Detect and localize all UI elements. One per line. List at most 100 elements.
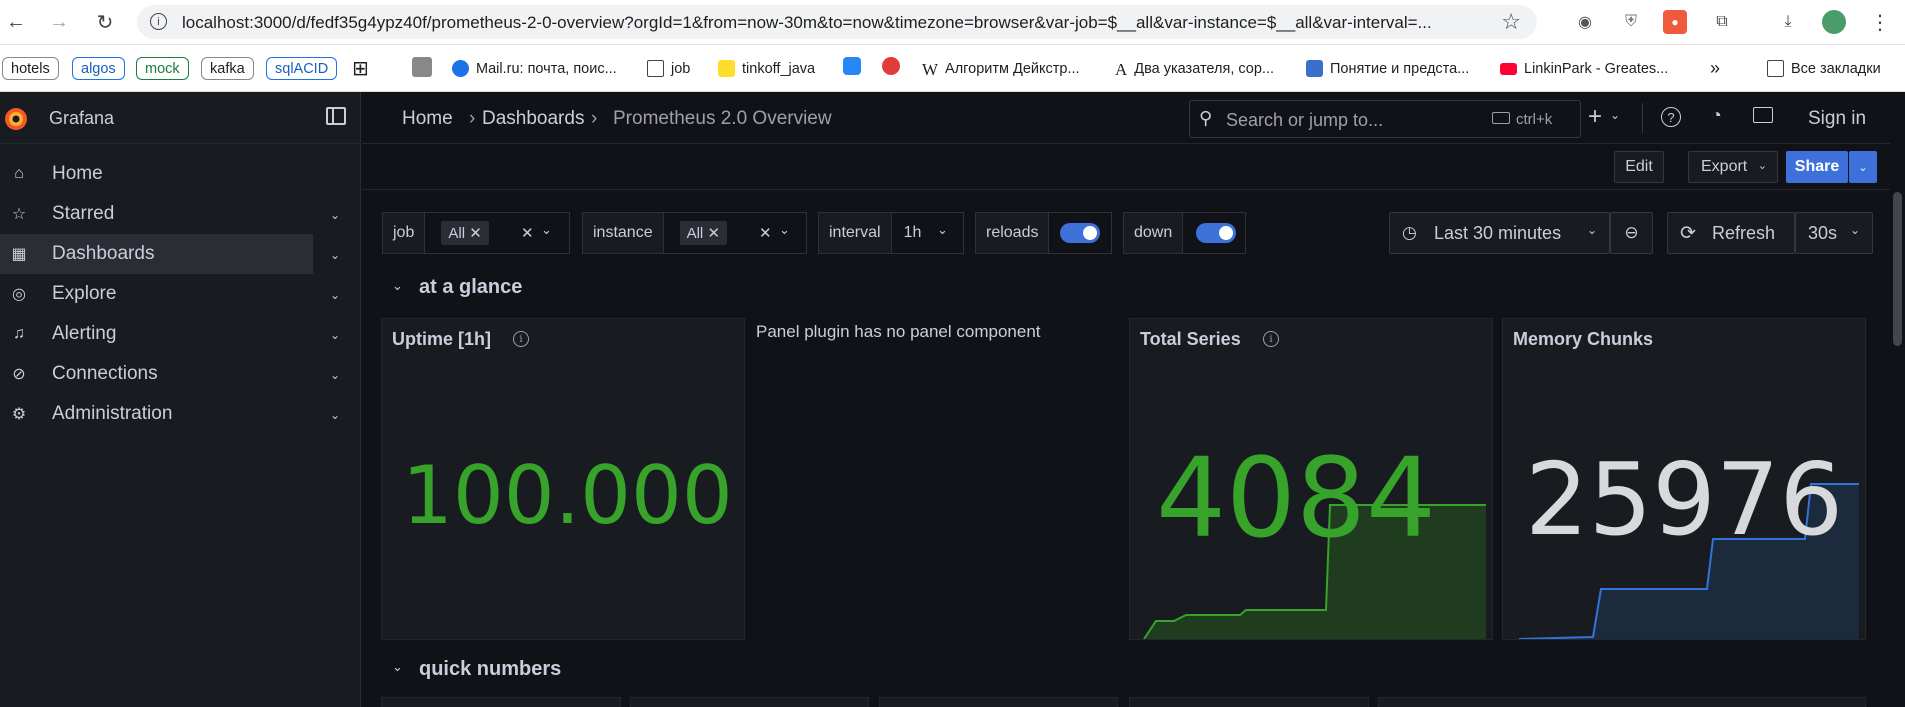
row-collapse-icon[interactable]: ⌄	[392, 278, 403, 294]
scrollbar[interactable]	[1890, 92, 1905, 707]
row-title[interactable]: quick numbers	[419, 658, 561, 681]
down-toggle[interactable]	[1196, 223, 1236, 243]
new-plus-button[interactable]: +	[1588, 103, 1602, 131]
sidebar-item-starred[interactable]: ☆ Starred	[0, 194, 313, 234]
bookmark-item[interactable]: W Алгоритм Дейкстр...	[922, 57, 1080, 80]
sidebar-item-alerting[interactable]: ♫ Alerting	[0, 314, 313, 354]
address-bar[interactable]: i localhost:3000/d/fedf35g4ypz40f/promet…	[137, 5, 1537, 39]
all-bookmarks[interactable]: Все закладки	[1767, 57, 1881, 80]
breadcrumb-current: Prometheus 2.0 Overview	[613, 108, 832, 129]
eye-extension-icon[interactable]: ◉	[1573, 10, 1597, 34]
bookmark-pill[interactable]: algos	[72, 57, 125, 80]
bookmark-pill[interactable]: sqlACID	[266, 57, 338, 80]
bookmark-favicon-icon[interactable]	[882, 57, 900, 75]
chevron-down-icon: ⌄	[1757, 160, 1767, 172]
chevron-down-icon[interactable]: ⌄	[330, 208, 340, 222]
bookmark-item[interactable]: Mail.ru: почта, поис...	[452, 57, 617, 80]
remove-tag-icon[interactable]: ✕	[469, 225, 482, 242]
refresh-button[interactable]: ⟳ Refresh	[1667, 212, 1795, 254]
back-icon[interactable]: ←	[3, 9, 29, 35]
kiosk-mode-icon[interactable]	[1753, 107, 1773, 123]
help-icon[interactable]: ?	[1661, 107, 1681, 127]
browser-toolbar: ← → ↻ i localhost:3000/d/fedf35g4ypz40f/…	[0, 0, 1905, 45]
shield-extension-icon[interactable]: ⛨	[1619, 10, 1643, 34]
more-bookmarks-icon[interactable]: »	[1710, 57, 1720, 80]
chevron-down-icon[interactable]: ⌄	[779, 222, 790, 238]
sidebar-item-connections[interactable]: ⊘ Connections	[0, 354, 313, 394]
time-range-picker[interactable]: ◷ Last 30 minutes ⌄	[1389, 212, 1610, 254]
remove-tag-icon[interactable]: ✕	[707, 225, 720, 242]
variable-value[interactable]: 1h	[904, 224, 922, 242]
edit-button[interactable]: Edit	[1614, 151, 1664, 183]
clear-icon[interactable]: ✕	[521, 224, 534, 242]
news-rss-icon[interactable]: ◔	[1711, 105, 1722, 126]
grafana-logo-icon[interactable]	[2, 105, 30, 133]
row-collapse-icon[interactable]: ⌄	[392, 659, 403, 675]
chevron-down-icon[interactable]: ⌄	[1610, 108, 1620, 122]
bookmark-item[interactable]: tinkoff_java	[718, 57, 815, 80]
variable-tag[interactable]: All ✕	[679, 221, 728, 245]
export-button[interactable]: Export ⌄	[1688, 151, 1778, 183]
download-icon[interactable]: ⤓	[1776, 10, 1800, 34]
puzzle-extensions-icon[interactable]: ⧉	[1710, 10, 1734, 34]
chevron-down-icon[interactable]: ⌄	[541, 222, 552, 238]
apps-grid-icon[interactable]: ⊞	[352, 57, 369, 80]
panel-stub	[381, 697, 621, 707]
scrollbar-thumb[interactable]	[1893, 192, 1902, 346]
bookmark-item[interactable]: A Два указателя, сор...	[1115, 57, 1274, 80]
bookmark-pill[interactable]: kafka	[201, 57, 254, 80]
dock-menu-icon[interactable]	[326, 107, 346, 125]
bookmark-item[interactable]: LinkinPark - Greates...	[1500, 57, 1668, 80]
bookmark-favicon-icon[interactable]	[412, 57, 432, 77]
arrow-site-icon	[1306, 60, 1323, 77]
sidebar-item-administration[interactable]: ⚙ Administration	[0, 394, 313, 434]
chevron-down-icon[interactable]: ⌄	[330, 288, 340, 302]
search-input[interactable]: ⚲ Search or jump to... ctrl+k	[1189, 100, 1581, 138]
reloads-toggle[interactable]	[1060, 223, 1100, 243]
chevron-down-icon[interactable]: ⌄	[330, 248, 340, 262]
chevron-down-icon[interactable]: ⌄	[330, 408, 340, 422]
breadcrumb-home[interactable]: Home	[402, 108, 453, 130]
home-icon: ⌂	[14, 165, 24, 182]
breadcrumb-separator: ›	[591, 108, 598, 129]
menu-dots-icon[interactable]: ⋮	[1868, 10, 1892, 34]
sign-in-link[interactable]: Sign in	[1808, 108, 1866, 130]
sidebar-item-explore[interactable]: ◎ Explore	[0, 274, 313, 314]
variable-label: job	[383, 213, 426, 253]
zoom-out-button[interactable]: ⊖	[1610, 212, 1653, 254]
variable-label: down	[1124, 213, 1184, 253]
panel-total-series[interactable]: Total Series i 4084	[1129, 318, 1493, 640]
variable-tag[interactable]: All ✕	[441, 221, 489, 245]
refresh-interval-picker[interactable]: 30s ⌄	[1795, 212, 1873, 254]
panel-uptime[interactable]: Uptime [1h] i 100.000	[381, 318, 745, 640]
chevron-down-icon[interactable]: ⌄	[937, 222, 948, 238]
variable-label: reloads	[976, 213, 1050, 253]
red-extension-icon[interactable]: ●	[1663, 10, 1687, 34]
row-title[interactable]: at a glance	[419, 276, 522, 299]
bell-icon: ♫	[13, 325, 25, 342]
dashboards-grid-icon: ▦	[11, 246, 27, 263]
panel-memory-chunks[interactable]: Memory Chunks 25976	[1502, 318, 1866, 640]
bookmark-item[interactable]: Понятие и предста...	[1306, 57, 1469, 80]
share-options-chevron-icon[interactable]: ⌄	[1849, 151, 1877, 183]
bookmark-pill[interactable]: mock	[136, 57, 189, 80]
clear-icon[interactable]: ✕	[759, 224, 772, 242]
variable-label: interval	[819, 213, 892, 253]
stat-value: 25976	[1525, 441, 1844, 558]
bookmark-pill[interactable]: hotels	[2, 57, 59, 80]
chevron-down-icon[interactable]: ⌄	[330, 328, 340, 342]
breadcrumb-dashboards[interactable]: Dashboards	[482, 108, 584, 130]
share-button[interactable]: Share	[1786, 151, 1848, 183]
profile-avatar[interactable]	[1822, 10, 1846, 34]
bookmark-star-icon[interactable]: ☆	[1501, 9, 1521, 35]
bookmark-folder-job[interactable]: job	[647, 57, 690, 80]
sidebar-item-dashboards[interactable]: ▦ Dashboards	[0, 234, 313, 274]
reload-icon[interactable]: ↻	[92, 9, 118, 35]
vk-icon[interactable]	[843, 57, 861, 75]
site-info-icon[interactable]: i	[150, 13, 167, 30]
info-icon[interactable]: i	[513, 331, 529, 347]
info-icon[interactable]: i	[1263, 331, 1279, 347]
chevron-down-icon[interactable]: ⌄	[330, 368, 340, 382]
forward-icon[interactable]: →	[46, 9, 72, 35]
sidebar-item-home[interactable]: ⌂ Home	[0, 154, 313, 194]
